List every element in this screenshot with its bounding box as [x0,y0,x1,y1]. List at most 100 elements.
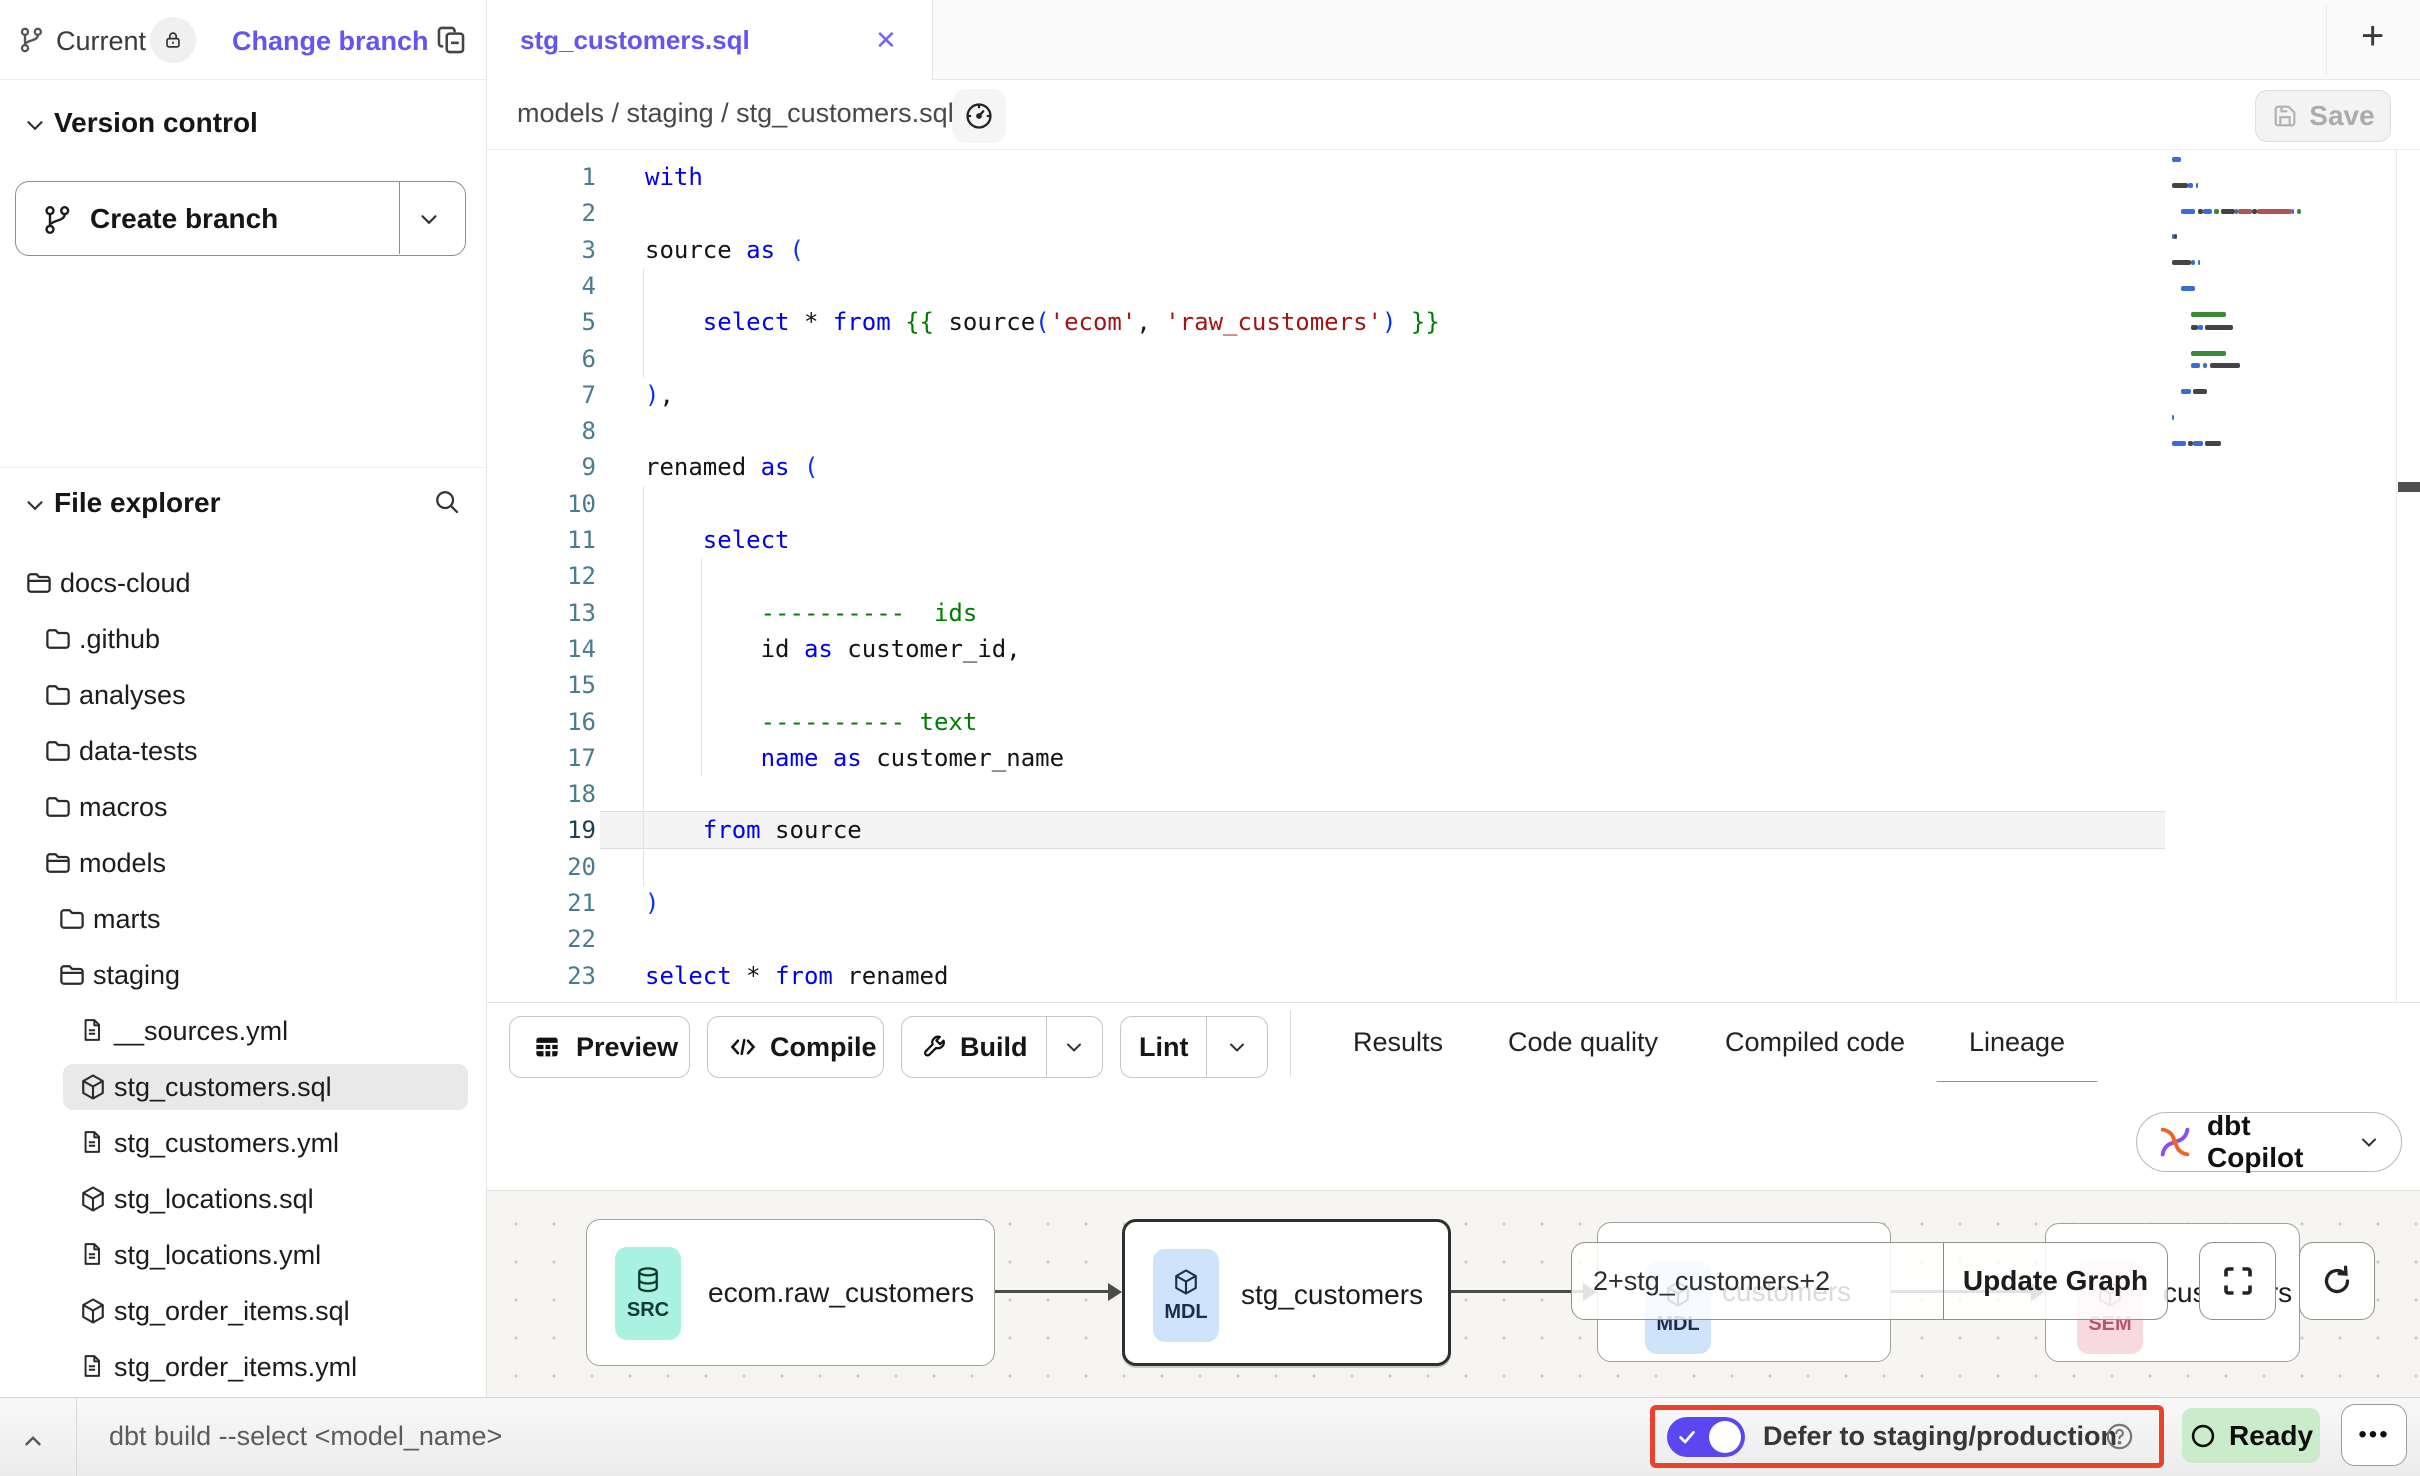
new-tab-button[interactable]: + [2361,14,2384,59]
sidebar: Current Change branch Version control Cr… [0,0,487,1397]
search-icon[interactable] [432,487,462,517]
more-options-button[interactable]: ••• [2341,1404,2407,1466]
code-line-7: ), [645,377,674,413]
tab-lineage[interactable]: Lineage [1969,1003,2065,1082]
version-control-chevron-icon[interactable] [22,112,48,138]
action-toolbar: Preview Compile Build Lint [487,1003,2420,1082]
defer-toggle[interactable] [1667,1417,1745,1457]
line-number: 13 [496,595,596,631]
file-tree-label: stg_locations.yml [114,1240,321,1271]
create-branch-button[interactable]: Create branch [15,181,466,256]
lineage-selector-input[interactable]: 2+stg_customers+2 [1572,1243,1943,1319]
file-tree-label: stg_customers.sql [114,1072,332,1103]
minimap-line [2203,209,2212,214]
fullscreen-button[interactable] [2199,1242,2276,1320]
code-line-19: from source [645,812,862,848]
dbt-copilot-button[interactable]: dbt Copilot [2136,1112,2402,1172]
line-number: 24 [496,994,596,1003]
help-icon[interactable] [2104,1421,2135,1452]
file-tree-item-marts[interactable]: marts [0,891,487,947]
minimap-line [2193,389,2207,394]
file-tree-item-stg-customers-sql[interactable]: stg_customers.sql [0,1059,487,1115]
wrench-icon [920,1033,948,1061]
file-tree-item-data-tests[interactable]: data-tests [0,723,487,779]
file-tree-item-stg-locations-yml[interactable]: stg_locations.yml [0,1227,487,1283]
minimap-line [2181,389,2190,394]
refresh-button[interactable] [2299,1242,2375,1320]
compile-button[interactable]: Compile [707,1016,884,1078]
minimap-line [2193,441,2202,446]
code-editor[interactable]: 1with23source as (45 select * from {{ so… [487,150,2420,1003]
line-number: 15 [496,667,596,703]
code-line-9: renamed as ( [645,449,818,485]
file-tree-item-analyses[interactable]: analyses [0,667,487,723]
gauge-chip[interactable] [952,89,1006,143]
editor-minimap[interactable] [2160,150,2396,1003]
indent-guide [701,667,702,704]
file-tree-label: staging [93,960,180,991]
file-tree-item-stg-order-items-yml[interactable]: stg_order_items.yml [0,1339,487,1395]
folder-open-icon [24,568,54,598]
minimap-line [2188,183,2193,188]
minimap-line [2191,312,2226,317]
save-icon [2271,102,2299,130]
minimap-line [2257,209,2292,214]
file-tree-label: marts [93,904,161,935]
lineage-node-ecom-raw-customers[interactable]: SRCecom.raw_customers [586,1219,995,1366]
indent-guide [643,268,644,305]
change-branch-link[interactable]: Change branch [232,26,429,57]
copy-icon[interactable] [434,23,468,57]
lineage-node-stg-customers[interactable]: MDLstg_customers [1122,1219,1451,1366]
file-tree-item-models[interactable]: models [0,835,487,891]
build-dropdown-chevron-icon[interactable] [1047,1035,1103,1059]
indent-guide [643,595,644,632]
minimap-line [2198,209,2203,214]
line-number: 12 [496,558,596,594]
tab-code-quality[interactable]: Code quality [1508,1003,1658,1082]
tab-results[interactable]: Results [1353,1003,1443,1082]
create-branch-chevron-icon[interactable] [416,206,442,232]
line-number: 1 [496,159,596,195]
file-tree-item--github[interactable]: .github [0,611,487,667]
save-button[interactable]: Save [2255,90,2391,142]
toolbar-tabs-divider [1290,1010,1291,1076]
line-number: 22 [496,921,596,957]
file-tree-item--sources-yml[interactable]: __sources.yml [0,1003,487,1059]
line-number: 5 [496,304,596,340]
breadcrumb: models / staging / stg_customers.sql [517,98,954,129]
folder-icon [43,624,73,654]
build-button[interactable]: Build [901,1016,1103,1078]
current-branch-label: Current [56,26,146,57]
command-input[interactable]: dbt build --select <model_name> [109,1397,502,1476]
toggle-knob [1709,1421,1741,1453]
code-line-1: with [645,159,703,195]
tab-stg-customers-sql[interactable]: stg_customers.sql ✕ [487,0,933,80]
compile-label: Compile [770,1032,877,1063]
line-number: 6 [496,341,596,377]
minimap-line [2172,260,2191,265]
editor-scrollbar[interactable] [2396,150,2397,1003]
code-line-11: select [645,522,790,558]
indent-guide [643,812,644,849]
minimap-line [2203,363,2208,368]
file-tree-item-stg-order-items-sql[interactable]: stg_order_items.sql [0,1283,487,1339]
line-number: 2 [496,195,596,231]
close-tab-icon[interactable]: ✕ [875,25,897,56]
file-tree-item-docs-cloud[interactable]: docs-cloud [0,555,487,611]
lint-dropdown-chevron-icon[interactable] [1207,1035,1267,1059]
preview-button[interactable]: Preview [509,1016,690,1078]
minimap-line [2191,351,2226,356]
file-tree-item-stg-customers-yml[interactable]: stg_customers.yml [0,1115,487,1171]
file-explorer-divider [0,467,487,468]
line-number: 19 [496,812,596,848]
file-tree-label: data-tests [79,736,198,767]
tab-compiled-code[interactable]: Compiled code [1725,1003,1905,1082]
file-tree-item-staging[interactable]: staging [0,947,487,1003]
file-tree-item-stg-locations-sql[interactable]: stg_locations.sql [0,1171,487,1227]
minimap-line [2210,363,2241,368]
collapse-chevron-up-icon[interactable] [20,1428,46,1454]
update-graph-button[interactable]: Update Graph [1943,1243,2167,1319]
file-tree-item-macros[interactable]: macros [0,779,487,835]
file-explorer-chevron-icon[interactable] [22,492,48,518]
lint-button[interactable]: Lint [1120,1016,1268,1078]
